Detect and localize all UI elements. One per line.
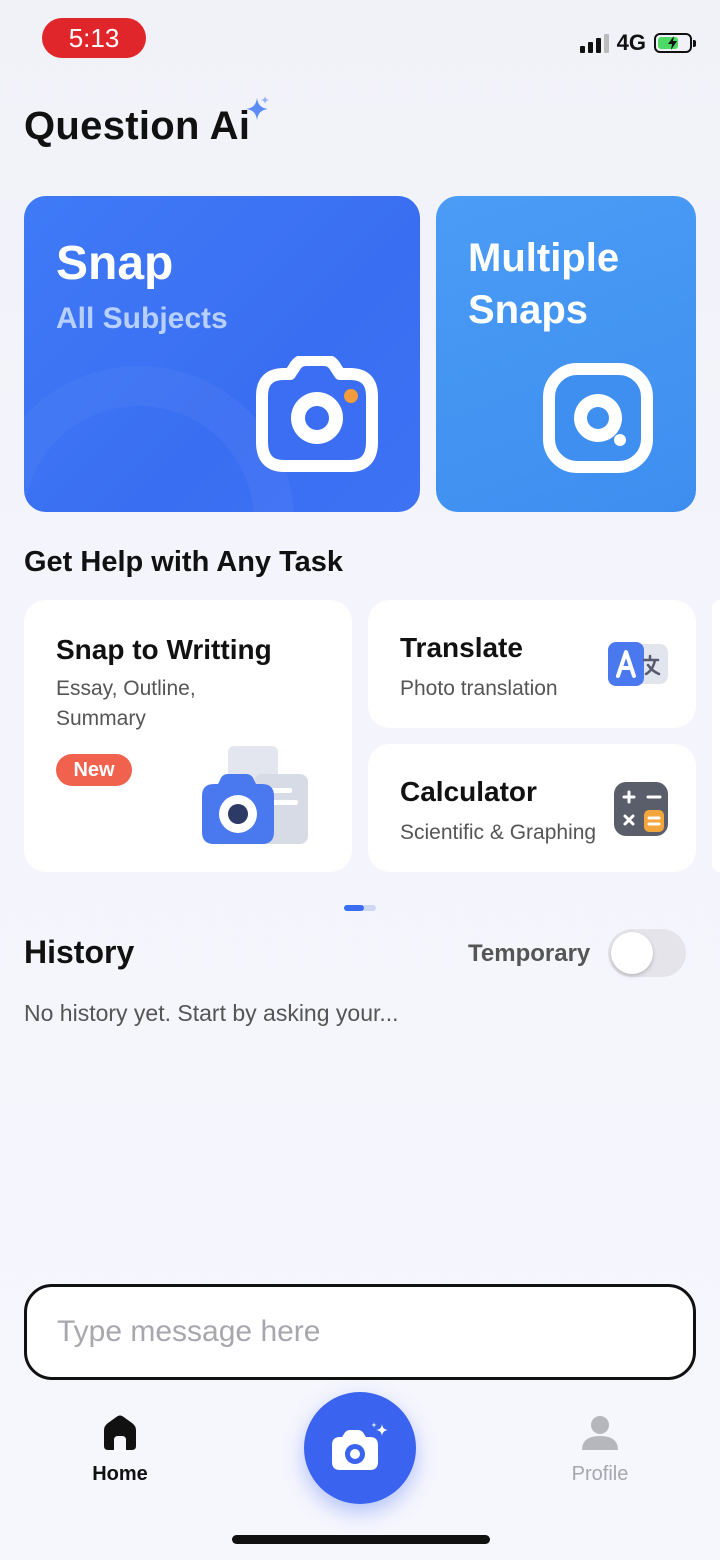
next-card-peek[interactable]	[712, 600, 720, 872]
home-icon	[104, 1415, 136, 1450]
new-badge: New	[56, 754, 132, 786]
calculator-subtitle: Scientific & Graphing	[400, 821, 597, 844]
nav-profile[interactable]: Profile	[560, 1414, 640, 1486]
snap-subtitle: All Subjects	[56, 302, 228, 335]
writing-subtitle-2: Summary	[56, 707, 146, 730]
network-label: 4G	[616, 30, 646, 55]
translate-title: Translate	[400, 632, 523, 663]
multiple-snaps-card[interactable]: Multiple Snaps	[436, 196, 696, 512]
carousel-pager	[344, 905, 376, 911]
nav-home[interactable]: Home	[80, 1414, 160, 1486]
temporary-toggle[interactable]	[608, 929, 686, 977]
nav-home-label: Home	[92, 1463, 148, 1485]
temporary-label: Temporary	[468, 940, 591, 967]
toggle-knob	[611, 932, 653, 974]
multiple-snaps-title: Multiple Snaps	[468, 236, 620, 332]
battery-icon	[654, 33, 696, 53]
camera-snap-button[interactable]	[304, 1392, 416, 1504]
translate-subtitle: Photo translation	[400, 677, 558, 700]
snap-to-writing-card[interactable]: Snap to Writting Essay, Outline, Summary…	[24, 600, 352, 872]
calculator-card[interactable]: Calculator Scientific & Graphing	[368, 744, 696, 872]
calculator-icon	[614, 782, 668, 836]
home-indicator	[232, 1535, 490, 1544]
snap-title: Snap	[56, 237, 174, 290]
message-input[interactable]	[24, 1284, 696, 1380]
translate-card[interactable]: Translate Photo translation	[368, 600, 696, 728]
history-empty-text: No history yet. Start by asking your...	[24, 1000, 399, 1026]
camera-sparkle-icon	[332, 1422, 388, 1470]
sparkle-icon	[246, 96, 269, 120]
history-title: History	[24, 934, 135, 970]
calculator-title: Calculator	[400, 776, 537, 807]
camera-icon	[256, 356, 378, 472]
translate-icon	[608, 642, 668, 686]
status-icons: 4G	[579, 30, 696, 56]
signal-icon	[579, 33, 609, 53]
status-time: 5:13	[42, 18, 146, 58]
app-title: Question Ai	[24, 104, 251, 148]
nav-profile-label: Profile	[571, 1463, 629, 1485]
multi-camera-icon	[543, 363, 653, 473]
section-title-tasks: Get Help with Any Task	[24, 546, 344, 578]
writing-title: Snap to Writting	[56, 634, 272, 665]
pager-dot-active	[344, 905, 364, 911]
camera-document-icon	[202, 746, 308, 844]
writing-subtitle-1: Essay, Outline,	[56, 677, 196, 700]
snap-all-subjects-card[interactable]: Snap All Subjects	[24, 196, 420, 512]
profile-icon	[582, 1416, 618, 1450]
